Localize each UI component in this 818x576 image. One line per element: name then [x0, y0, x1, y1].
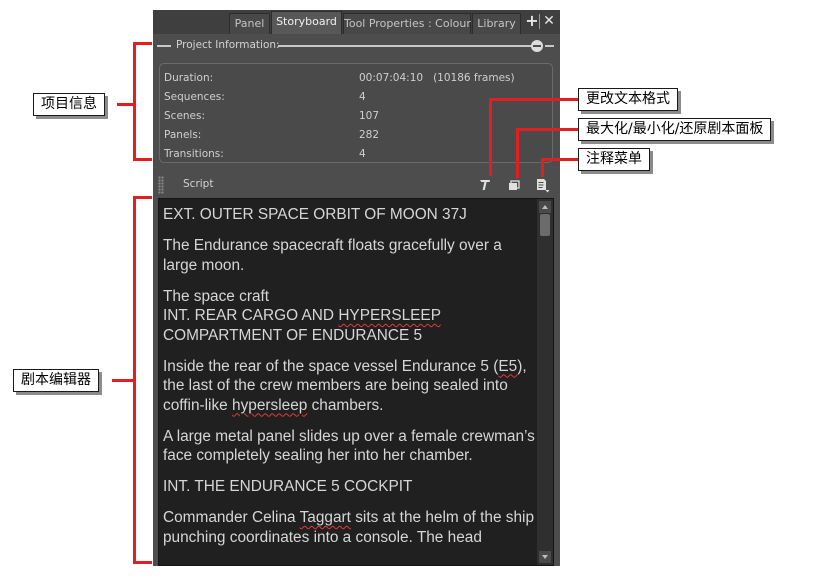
scroll-thumb[interactable]	[540, 214, 550, 236]
duration-label: Duration:	[164, 72, 214, 84]
duration-value: 00:07:04:10 (10186 frames)	[359, 72, 515, 84]
project-info-box: Duration: 00:07:04:10 (10186 frames) Seq…	[159, 63, 553, 163]
tab-bar: Panel Storyboard Tool Properties : Colou…	[153, 10, 560, 34]
callout-line	[135, 196, 152, 199]
maximize-callout: 最大化/最小化/还原剧本面板	[578, 118, 772, 141]
callout-line	[133, 42, 136, 161]
script-paragraph: EXT. OUTER SPACE ORBIT OF MOON 37J	[163, 206, 467, 223]
callout-line	[112, 379, 134, 382]
callout-line	[135, 158, 152, 161]
project-info-row: Panels: 282	[160, 129, 552, 147]
drag-handle-icon[interactable]	[158, 176, 164, 194]
panels-label: Panels:	[164, 129, 202, 141]
divider	[278, 45, 532, 47]
tab-tool-properties[interactable]: Tool Properties : Colour	[343, 13, 471, 34]
script-paragraph: The space craft INT. REAR CARGO AND HYPE…	[163, 287, 441, 344]
project-info-row: Scenes: 107	[160, 110, 552, 128]
transitions-value: 4	[359, 148, 366, 160]
tab-panel[interactable]: Panel	[229, 13, 270, 34]
close-view-button[interactable]: ✕	[542, 12, 556, 30]
text-format-icon[interactable]	[477, 177, 493, 193]
vertical-scrollbar[interactable]	[537, 199, 553, 565]
script-text[interactable]: EXT. OUTER SPACE ORBIT OF MOON 37J The E…	[163, 205, 535, 559]
notes-menu-callout: 注释菜单	[578, 148, 650, 171]
callout-line	[489, 98, 492, 176]
sequences-value: 4	[359, 91, 366, 103]
script-paragraph: Inside the rear of the space vessel Endu…	[163, 357, 527, 414]
project-info-row: Transitions: 4	[160, 148, 552, 166]
project-info-callout: 项目信息	[33, 93, 105, 116]
maximize-icon[interactable]	[506, 177, 522, 193]
project-info-title: Project Information:	[176, 39, 280, 51]
callout-line	[541, 158, 544, 177]
script-label: Script	[183, 178, 214, 190]
script-toolbar: Script	[153, 173, 560, 197]
add-view-button[interactable]: +	[525, 12, 539, 30]
divider	[157, 45, 171, 47]
script-editor[interactable]: EXT. OUTER SPACE ORBIT OF MOON 37J The E…	[158, 198, 554, 566]
callout-line	[135, 561, 152, 564]
scenes-label: Scenes:	[164, 110, 206, 122]
script-editor-callout: 剧本编辑器	[13, 369, 99, 392]
script-paragraph: Commander Celina Taggart sits at the hel…	[163, 509, 535, 546]
transitions-label: Transitions:	[164, 148, 224, 160]
format-text-callout: 更改文本格式	[578, 88, 678, 111]
divider	[545, 45, 554, 47]
panels-value: 282	[359, 129, 380, 141]
callout-line	[135, 42, 152, 45]
callout-line	[516, 128, 578, 131]
sequences-label: Sequences:	[164, 91, 225, 103]
project-info-header: Project Information:	[157, 38, 557, 54]
scenes-value: 107	[359, 110, 380, 122]
scroll-up-icon[interactable]	[539, 201, 551, 213]
callout-line	[516, 128, 519, 178]
script-paragraph: INT. THE ENDURANCE 5 COCKPIT	[163, 478, 413, 495]
script-paragraph: The Endurance spacecraft floats graceful…	[163, 237, 502, 274]
project-info-row: Duration: 00:07:04:10 (10186 frames)	[160, 72, 552, 90]
script-paragraph: A large metal panel slides up over a fem…	[163, 427, 535, 465]
callout-line	[489, 98, 578, 101]
callout-line	[117, 103, 134, 106]
tab-storyboard[interactable]: Storyboard	[271, 11, 342, 34]
callout-line	[541, 158, 578, 161]
scroll-down-icon[interactable]	[539, 551, 551, 563]
notes-menu-icon[interactable]	[534, 177, 550, 193]
storyboard-panel: Panel Storyboard Tool Properties : Colou…	[153, 10, 560, 566]
divider	[539, 14, 540, 29]
collapse-icon[interactable]	[531, 40, 543, 52]
tab-library[interactable]: Library	[472, 13, 521, 34]
